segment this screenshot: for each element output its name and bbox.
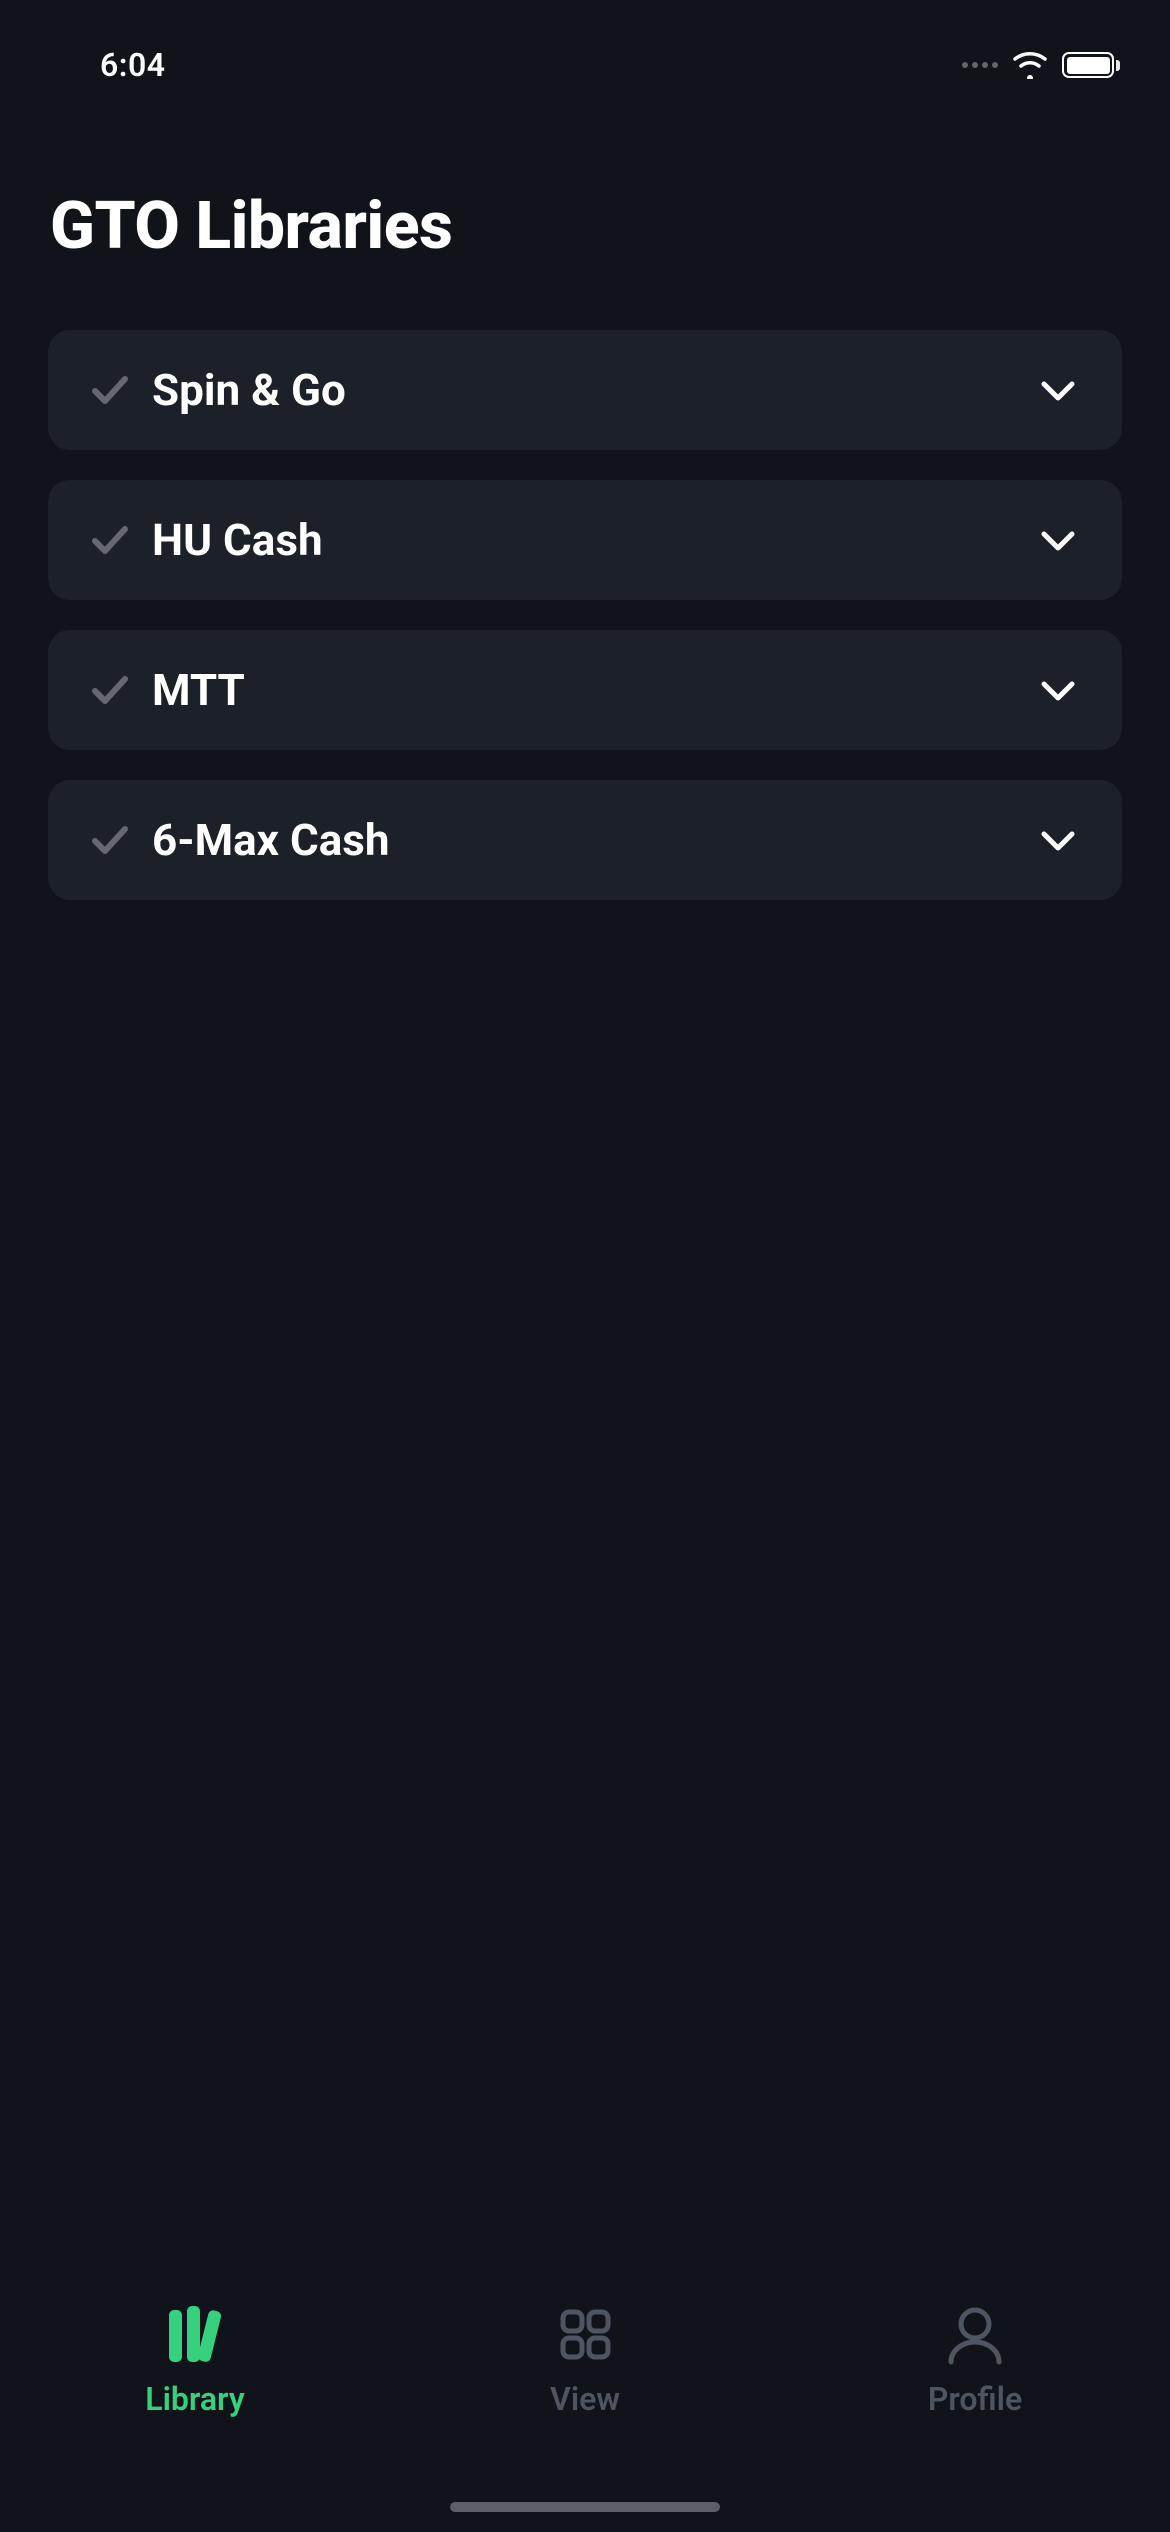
tab-library[interactable]: Library xyxy=(75,2302,315,2418)
wifi-icon xyxy=(1012,51,1048,79)
tab-view[interactable]: View xyxy=(465,2302,705,2418)
tab-profile[interactable]: Profile xyxy=(855,2302,1095,2418)
home-indicator[interactable] xyxy=(450,2502,720,2512)
checkmark-icon xyxy=(90,520,130,560)
status-bar: 6:04 xyxy=(0,0,1170,130)
library-row-label: MTT xyxy=(152,664,1036,716)
library-row-6-max-cash[interactable]: 6-Max Cash xyxy=(48,780,1122,900)
status-time: 6:04 xyxy=(100,46,166,84)
tab-label: View xyxy=(550,2380,620,2418)
grid-icon xyxy=(549,2302,621,2368)
library-row-hu-cash[interactable]: HU Cash xyxy=(48,480,1122,600)
chevron-down-icon xyxy=(1036,818,1080,862)
cellular-icon xyxy=(962,62,998,68)
tab-bar: Library View Profile xyxy=(0,2272,1170,2532)
chevron-down-icon xyxy=(1036,518,1080,562)
tab-label: Library xyxy=(145,2380,244,2418)
checkmark-icon xyxy=(90,670,130,710)
chevron-down-icon xyxy=(1036,668,1080,712)
library-row-label: Spin & Go xyxy=(152,364,1036,416)
chevron-down-icon xyxy=(1036,368,1080,412)
library-row-mtt[interactable]: MTT xyxy=(48,630,1122,750)
library-list: Spin & Go HU Cash MTT 6-Max Cash xyxy=(48,330,1122,900)
library-row-spin-and-go[interactable]: Spin & Go xyxy=(48,330,1122,450)
checkmark-icon xyxy=(90,820,130,860)
library-row-label: HU Cash xyxy=(152,514,1036,566)
status-indicators xyxy=(962,51,1120,79)
library-row-label: 6-Max Cash xyxy=(152,814,1036,866)
library-icon xyxy=(159,2302,231,2368)
checkmark-icon xyxy=(90,370,130,410)
battery-icon xyxy=(1062,52,1120,78)
page-title: GTO Libraries xyxy=(50,188,452,265)
tab-label: Profile xyxy=(928,2380,1022,2418)
profile-icon xyxy=(939,2302,1011,2368)
